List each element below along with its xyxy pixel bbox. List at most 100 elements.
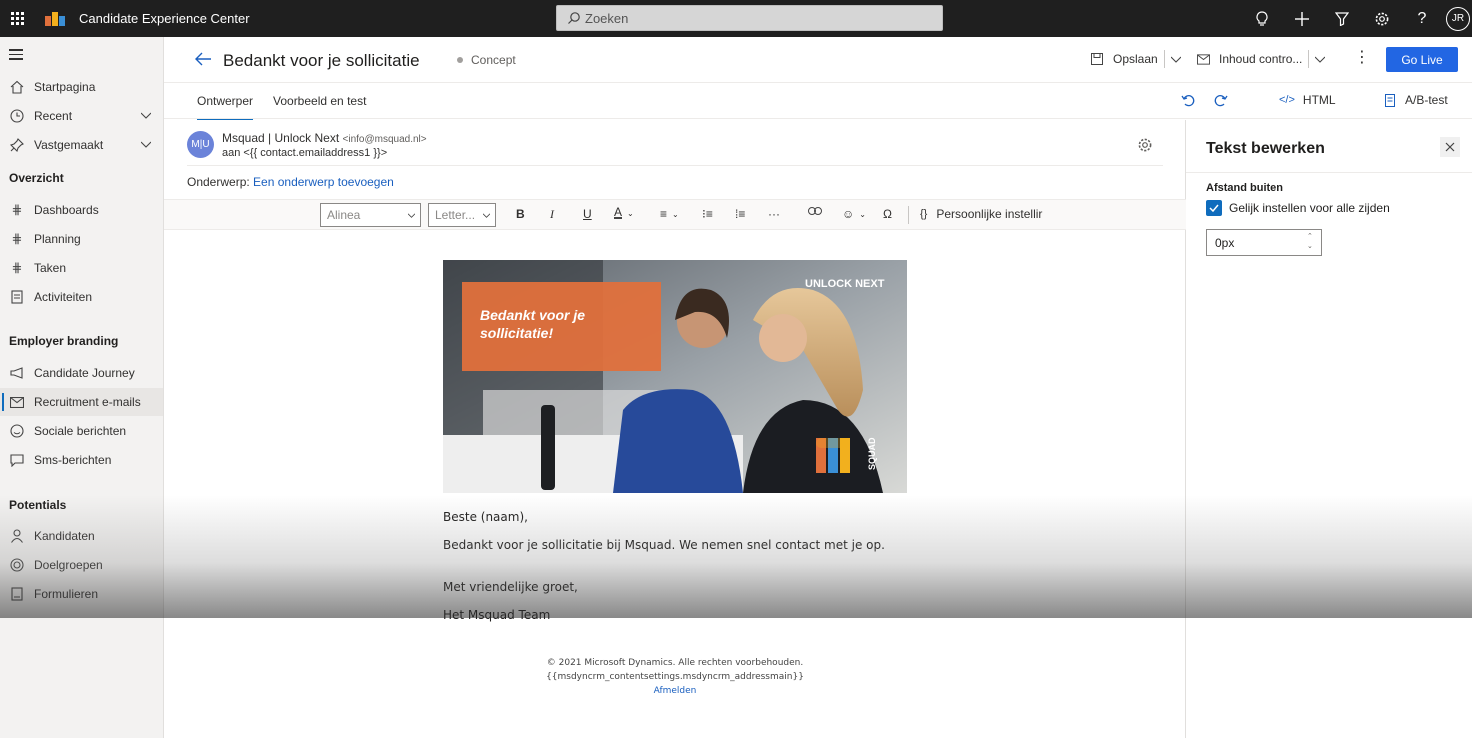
sidebar-item-social-posts[interactable]: Sociale berichten <box>0 417 163 445</box>
sidebar-item-recent[interactable]: Recent <box>0 102 163 130</box>
tab-designer[interactable]: Ontwerper <box>197 94 254 121</box>
go-live-button[interactable]: Go Live <box>1386 47 1458 72</box>
form-icon <box>9 586 25 602</box>
sidebar-item-recruitment-emails[interactable]: Recruitment e-mails <box>0 388 163 416</box>
back-arrow-icon[interactable] <box>194 51 212 67</box>
page-header: Bedankt voor je sollicitatie Concept Ops… <box>164 37 1472 83</box>
align-icon[interactable]: ≡ ⌄ <box>660 207 679 221</box>
filter-icon[interactable] <box>1322 0 1362 37</box>
help-icon[interactable]: ? <box>1402 0 1442 37</box>
subject-row: Onderwerp: Een onderwerp toevoegen <box>187 175 394 189</box>
lightbulb-icon[interactable] <box>1242 0 1282 37</box>
braces-icon: {} <box>920 208 928 220</box>
chevron-down-icon[interactable] <box>141 139 151 149</box>
email-signature[interactable]: Het Msquad Team <box>443 608 550 622</box>
sidebar-item-dashboards[interactable]: ⋕ Dashboards <box>0 196 163 224</box>
planning-icon: ⋕ <box>11 231 23 246</box>
app-logo <box>45 11 69 26</box>
sidebar-item-pinned[interactable]: Vastgemaakt <box>0 131 163 159</box>
pin-icon <box>9 137 25 153</box>
smiley-icon <box>9 423 25 439</box>
settings-icon[interactable] <box>1362 0 1402 37</box>
chevron-down-icon[interactable] <box>1170 54 1181 64</box>
unsubscribe-link[interactable]: Afmelden <box>654 686 697 696</box>
sender-name[interactable]: Msquad | Unlock Next <info@msquad.nl> <box>222 131 427 145</box>
sidebar-item-planning[interactable]: ⋕ Planning <box>0 225 163 253</box>
stepper-arrows-icon[interactable]: ⌃ ⌄ <box>1307 232 1315 252</box>
app-title: Candidate Experience Center <box>79 11 250 26</box>
save-button[interactable]: Opslaan <box>1091 50 1181 68</box>
tab-preview[interactable]: Voorbeeld en test <box>273 94 366 108</box>
app-launcher-icon[interactable] <box>0 0 34 37</box>
bullet-list-icon[interactable]: ⁝≡ <box>702 207 713 221</box>
page-title: Bedankt voor je sollicitatie <box>223 51 420 70</box>
numbered-list-icon[interactable]: ⁞≡ <box>735 207 745 221</box>
chat-icon <box>9 452 25 468</box>
checkmark-icon <box>1209 204 1219 212</box>
sidebar-item-sms[interactable]: Sms-berichten <box>0 446 163 474</box>
sidebar-item-candidate-journey[interactable]: Candidate Journey <box>0 359 163 387</box>
font-select[interactable]: Letter... <box>428 203 496 227</box>
dashboard-icon: ⋕ <box>11 202 23 217</box>
sidebar-item-home[interactable]: Startpagina <box>0 73 163 101</box>
link-icon[interactable] <box>808 207 822 215</box>
hero-headline-line2: sollicitatie! <box>480 325 553 341</box>
tab-bar: Ontwerper Voorbeeld en test </> HTML A/B… <box>164 83 1472 121</box>
sidebar-item-tasks[interactable]: ⋕ Taken <box>0 254 163 282</box>
hero-image[interactable]: Bedankt voor je sollicitatie! UNLOCK NEX… <box>443 260 907 493</box>
sidebar-item-candidates[interactable]: Kandidaten <box>0 522 163 550</box>
undo-icon[interactable] <box>1181 93 1195 107</box>
margin-stepper[interactable]: 0px ⌃ ⌄ <box>1206 229 1322 256</box>
email-closing[interactable]: Met vriendelijke groet, <box>443 580 578 594</box>
paragraph-select[interactable]: Alinea <box>320 203 421 227</box>
sidebar-item-activities[interactable]: Activiteiten <box>0 283 163 311</box>
bold-icon[interactable]: B <box>516 207 525 221</box>
chevron-down-icon[interactable] <box>1315 54 1326 64</box>
chevron-down-icon <box>408 213 415 218</box>
email-greeting[interactable]: Beste (naam), <box>443 510 528 524</box>
sidebar-section-overview: Overzicht <box>9 171 64 185</box>
html-button[interactable]: </> HTML <box>1279 93 1336 107</box>
chevron-down-icon[interactable] <box>141 110 151 120</box>
close-icon[interactable] <box>1440 137 1460 157</box>
email-body-line[interactable]: Bedankt voor je sollicitatie bij Msquad.… <box>443 538 885 552</box>
special-character-icon[interactable]: Ω <box>883 207 892 221</box>
recipient-line[interactable]: aan <{{ contact.emailaddress1 }}> <box>222 147 387 159</box>
main-content: Bedankt voor je sollicitatie Concept Ops… <box>164 37 1472 738</box>
person-icon <box>9 528 25 544</box>
italic-icon[interactable]: I <box>550 207 554 222</box>
sender-avatar: M|U <box>187 131 214 158</box>
personalization-button[interactable]: {} Persoonlijke instellir <box>920 207 1042 221</box>
more-format-icon[interactable]: ··· <box>768 207 780 221</box>
status-badge: Concept <box>457 53 516 67</box>
chevron-down-icon <box>483 213 490 218</box>
hero-brand: UNLOCK NEXT <box>805 278 885 290</box>
home-icon <box>9 79 25 95</box>
sidebar-item-target-groups[interactable]: Doelgroepen <box>0 551 163 579</box>
mail-check-icon <box>1197 53 1210 65</box>
target-icon <box>9 557 25 573</box>
user-avatar[interactable]: JR <box>1442 0 1472 37</box>
hamburger-menu-icon[interactable] <box>9 49 23 63</box>
font-color-icon[interactable]: A ⌄ <box>614 206 634 219</box>
equal-sides-checkbox[interactable] <box>1206 200 1222 216</box>
search-input[interactable]: Zoeken <box>556 5 943 31</box>
divider <box>1186 172 1472 173</box>
email-editor: M|U Msquad | Unlock Next <info@msquad.nl… <box>164 120 1186 738</box>
check-content-button[interactable]: Inhoud contro... <box>1197 50 1326 68</box>
gear-icon[interactable] <box>1137 137 1153 153</box>
redo-icon[interactable] <box>1214 93 1228 107</box>
search-placeholder: Zoeken <box>585 10 629 26</box>
underline-icon[interactable]: U <box>583 207 592 221</box>
save-icon <box>1091 53 1103 65</box>
equal-sides-label: Gelijk instellen voor alle zijden <box>1229 201 1390 215</box>
more-options-icon[interactable]: ⋮ <box>1354 47 1370 67</box>
ab-test-icon <box>1385 93 1395 107</box>
sender-row: M|U Msquad | Unlock Next <info@msquad.nl… <box>187 131 1163 169</box>
activities-icon <box>9 289 25 305</box>
add-subject-link[interactable]: Een onderwerp toevoegen <box>253 175 394 189</box>
ab-test-button[interactable]: A/B-test <box>1385 93 1448 107</box>
sidebar-item-forms[interactable]: Formulieren <box>0 580 163 608</box>
emoji-icon[interactable]: ☺ ⌄ <box>842 207 866 221</box>
plus-icon[interactable] <box>1282 0 1322 37</box>
